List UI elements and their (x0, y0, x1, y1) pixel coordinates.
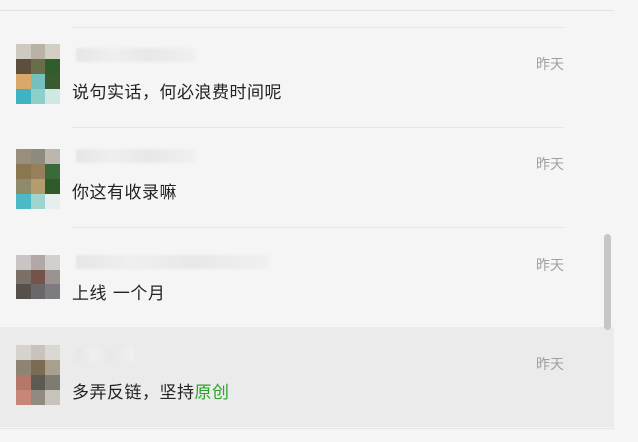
avatar-pixel (30, 269, 46, 285)
avatar-pixel (16, 269, 31, 285)
avatar-pixel (45, 149, 60, 164)
divider (0, 428, 614, 429)
avatar-pixel (45, 59, 60, 74)
avatar-pixel (30, 375, 46, 390)
avatar-pixel (45, 255, 60, 270)
avatar-pixel (45, 284, 60, 299)
avatar-pixel (16, 255, 31, 270)
comment-text: 多弄反链，坚持原创 (72, 378, 230, 403)
avatar-pixel (45, 74, 60, 89)
avatar-pixel (30, 194, 46, 209)
avatar-pixel (30, 360, 46, 375)
avatar[interactable] (16, 44, 60, 104)
avatar-pixel (45, 179, 60, 194)
comment-time: 昨天 (536, 357, 564, 373)
username-blurred[interactable] (76, 255, 270, 269)
avatar-pixel (45, 194, 60, 209)
avatar-pixel (45, 345, 60, 360)
avatar[interactable] (16, 255, 60, 299)
avatar-pixel (16, 390, 31, 405)
comment-item[interactable]: 昨天 上线 一个月 (0, 227, 614, 327)
avatar-pixel (30, 89, 46, 104)
avatar-pixel (45, 390, 60, 405)
avatar-pixel (45, 164, 60, 179)
avatar-pixel (30, 149, 46, 164)
avatar-pixel (16, 74, 31, 89)
avatar-pixel (30, 164, 46, 179)
comment-list: 昨天 说句实话，何必浪费时间呢 昨天 你这有收录嘛 昨天 上线 一个月 昨天 多… (0, 0, 614, 442)
avatar-pixel (16, 345, 31, 360)
avatar-pixel (16, 44, 31, 59)
divider (72, 27, 564, 28)
avatar-pixel (30, 345, 46, 360)
avatar-pixel (16, 194, 31, 209)
avatar-pixel (45, 360, 60, 375)
comment-text-plain: 多弄反链，坚持 (72, 383, 195, 403)
username-blurred[interactable] (76, 348, 134, 362)
comment-text: 说句实话，何必浪费时间呢 (72, 83, 282, 103)
avatar-pixel (30, 255, 46, 270)
divider (0, 10, 614, 11)
comment-time: 昨天 (536, 157, 564, 173)
username-blurred[interactable] (76, 149, 196, 163)
avatar-pixel (16, 59, 31, 74)
username-blurred[interactable] (76, 48, 196, 62)
scrollbar-thumb[interactable] (604, 234, 611, 330)
avatar-pixel (16, 375, 31, 390)
comment-item[interactable]: 昨天 多弄反链，坚持原创 (0, 327, 614, 427)
avatar[interactable] (16, 345, 60, 405)
avatar-pixel (30, 390, 46, 405)
comment-item[interactable]: 昨天 你这有收录嘛 (0, 127, 614, 227)
avatar[interactable] (16, 149, 60, 209)
avatar-pixel (45, 89, 60, 104)
avatar-pixel (16, 89, 31, 104)
avatar-pixel (16, 164, 31, 179)
avatar-pixel (16, 284, 31, 299)
avatar-pixel (30, 74, 46, 89)
avatar-pixel (16, 360, 31, 375)
avatar-pixel (30, 44, 46, 59)
avatar-pixel (30, 179, 46, 194)
avatar-pixel (30, 284, 46, 299)
comment-time: 昨天 (536, 57, 564, 73)
avatar-pixel (30, 59, 46, 74)
comment-text: 上线 一个月 (72, 284, 166, 304)
comment-text-link[interactable]: 原创 (195, 383, 230, 403)
divider (72, 127, 564, 128)
avatar-pixel (16, 149, 31, 164)
divider (72, 227, 564, 228)
comment-time: 昨天 (536, 258, 564, 274)
avatar-pixel (45, 269, 60, 285)
comment-text: 你这有收录嘛 (72, 183, 177, 203)
avatar-pixel (45, 375, 60, 390)
comment-item[interactable]: 昨天 说句实话，何必浪费时间呢 (0, 27, 614, 127)
avatar-pixel (45, 44, 60, 59)
avatar-pixel (16, 179, 31, 194)
